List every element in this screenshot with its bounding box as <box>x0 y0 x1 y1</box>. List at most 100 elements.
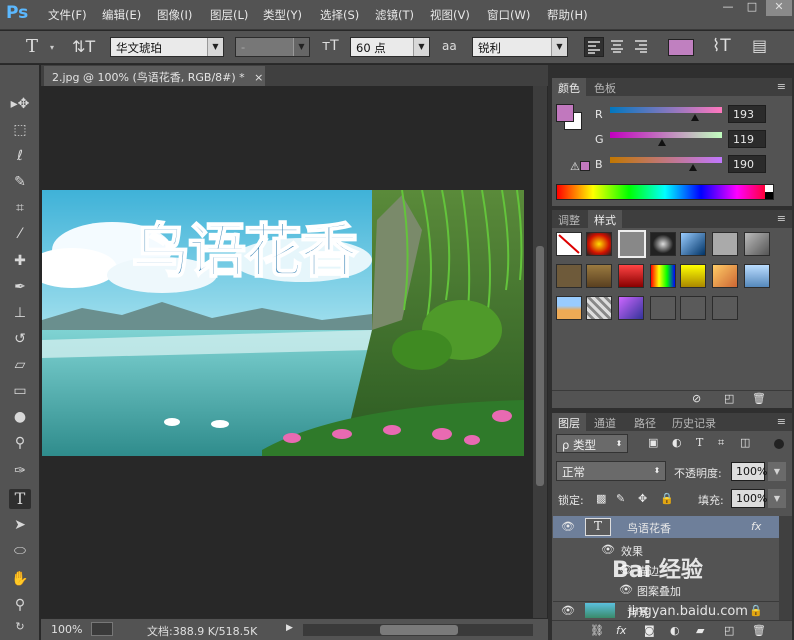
b-value-field[interactable]: 190 <box>728 155 766 173</box>
fill-field[interactable]: 100% <box>731 489 767 508</box>
horizontal-scrollbar[interactable] <box>303 624 533 636</box>
visibility-eye-icon[interactable]: 👁 <box>561 604 575 617</box>
font-style-select[interactable]: - ▼ <box>235 37 310 57</box>
adjustment-layer-icon[interactable]: ◐ <box>670 624 680 637</box>
style-swatch-13[interactable] <box>712 264 738 288</box>
tab-swatches[interactable]: 色板 <box>588 78 622 96</box>
black-white-ramp[interactable] <box>765 185 773 199</box>
menu-help[interactable]: 帮助(H) <box>547 7 588 23</box>
layer-filter-select[interactable]: ρ 类型 ⬍ <box>556 434 628 453</box>
brush-tool-icon[interactable]: ✒ <box>9 277 31 297</box>
status-menu-arrow-icon[interactable]: ▶ <box>286 623 293 633</box>
opacity-field[interactable]: 100% <box>731 462 767 481</box>
new-layer-icon[interactable]: ◰ <box>724 624 734 637</box>
gradient-tool-icon[interactable]: ▭ <box>9 381 31 401</box>
filter-shape-icon[interactable]: ⌗ <box>718 436 724 450</box>
b-slider-thumb[interactable] <box>689 164 698 171</box>
vertical-scroll-thumb[interactable] <box>536 246 544 486</box>
preset-chevron-icon[interactable]: ▾ <box>50 43 54 52</box>
menu-filter[interactable]: 滤镜(T) <box>375 7 414 23</box>
g-value-field[interactable]: 119 <box>728 130 766 148</box>
style-swatch-20[interactable] <box>712 296 738 320</box>
quick-select-tool-icon[interactable]: ✎ <box>9 172 31 192</box>
b-slider-track[interactable] <box>610 157 722 163</box>
menu-window[interactable]: 窗口(W) <box>487 7 530 23</box>
tab-layers[interactable]: 图层 <box>552 413 586 431</box>
align-center-button[interactable] <box>608 37 628 57</box>
tab-channels[interactable]: 通道 <box>588 413 622 431</box>
r-slider-thumb[interactable] <box>690 114 699 121</box>
align-right-button[interactable] <box>632 37 652 57</box>
visibility-eye-icon[interactable]: 👁 <box>561 520 575 533</box>
eraser-tool-icon[interactable]: ▱ <box>9 355 31 375</box>
tab-history[interactable]: 历史记录 <box>666 413 722 431</box>
add-mask-icon[interactable]: ◙ <box>644 624 655 637</box>
menu-select[interactable]: 选择(S) <box>320 7 359 23</box>
zoom-tool-icon[interactable]: ⚲ <box>9 595 31 615</box>
trash-icon[interactable]: 🗑 <box>752 392 766 405</box>
minimize-button[interactable]: — <box>717 0 739 16</box>
restore-button[interactable]: □ <box>741 0 763 16</box>
move-tool-icon[interactable]: ▸✥ <box>9 94 31 114</box>
path-select-tool-icon[interactable]: ➤ <box>9 515 31 535</box>
style-swatch-4[interactable] <box>650 232 676 256</box>
healing-brush-tool-icon[interactable]: ✚ <box>9 251 31 271</box>
blend-mode-select[interactable]: 正常 ⬍ <box>556 461 666 481</box>
lasso-tool-icon[interactable]: ℓ <box>9 146 31 166</box>
warp-text-icon[interactable]: ⌇T <box>712 36 731 56</box>
menu-layer[interactable]: 图层(L) <box>210 7 248 23</box>
menu-edit[interactable]: 编辑(E) <box>102 7 141 23</box>
new-style-icon[interactable]: ◰ <box>724 392 734 405</box>
group-folder-icon[interactable]: ▰ <box>696 624 704 637</box>
panel-menu-icon[interactable]: ≡ <box>771 78 792 96</box>
layer-name[interactable]: 鸟语花香 <box>627 520 671 536</box>
filter-smart-icon[interactable]: ◫ <box>740 436 750 449</box>
g-slider-thumb[interactable] <box>658 139 667 146</box>
style-swatch-12[interactable] <box>680 264 706 288</box>
style-swatch-11[interactable] <box>650 264 676 288</box>
antialias-select[interactable]: 锐利 ▼ <box>472 37 568 57</box>
opacity-dropdown-icon[interactable]: ▼ <box>768 462 786 481</box>
blur-tool-icon[interactable]: ● <box>9 407 31 427</box>
document-image[interactable]: 鸟语花香 <box>42 190 524 456</box>
font-size-select[interactable]: 60 点 ▼ <box>350 37 430 57</box>
filter-pixel-icon[interactable]: ▣ <box>648 436 658 449</box>
style-swatch-3[interactable] <box>618 230 646 258</box>
clear-style-icon[interactable]: ⊘ <box>692 392 701 405</box>
character-panel-icon[interactable]: ▤ <box>752 36 767 55</box>
add-style-icon[interactable]: fx <box>616 624 626 637</box>
style-swatch-2[interactable] <box>586 232 612 256</box>
type-tool-preset-icon[interactable]: T <box>26 36 38 57</box>
style-swatch-18[interactable] <box>650 296 676 320</box>
filter-adjustment-icon[interactable]: ◐ <box>672 436 682 449</box>
fill-dropdown-icon[interactable]: ▼ <box>768 489 786 508</box>
style-swatch-7[interactable] <box>744 232 770 256</box>
gamut-swatch[interactable] <box>580 161 590 171</box>
close-window-button[interactable]: ✕ <box>766 0 792 16</box>
canvas-title-text[interactable]: 鸟语花香 <box>131 204 359 288</box>
style-swatch-10[interactable] <box>618 264 644 288</box>
crop-tool-icon[interactable]: ⌗ <box>9 198 31 218</box>
document-tab[interactable]: 2.jpg @ 100% (鸟语花香, RGB/8#) * × <box>44 66 265 86</box>
font-family-select[interactable]: 华文琥珀 ▼ <box>110 37 224 57</box>
fx-icon[interactable]: fx <box>751 520 761 533</box>
lock-image-icon[interactable]: ✎ <box>616 492 625 505</box>
panel-menu-icon[interactable]: ≡ <box>771 210 792 228</box>
r-slider-track[interactable] <box>610 107 722 113</box>
style-swatch-8[interactable] <box>556 264 582 288</box>
color-spectrum-ramp[interactable] <box>556 184 774 200</box>
tab-color[interactable]: 颜色 <box>552 78 586 96</box>
visibility-eye-icon[interactable]: 👁 <box>619 583 633 596</box>
dodge-tool-icon[interactable]: ⚲ <box>9 433 31 453</box>
marquee-tool-icon[interactable]: ⬚ <box>9 120 31 140</box>
style-swatch-14[interactable] <box>744 264 770 288</box>
vertical-scrollbar[interactable] <box>533 86 547 618</box>
style-swatch-5[interactable] <box>680 232 706 256</box>
trash-icon[interactable]: 🗑 <box>752 624 766 637</box>
style-swatch-9[interactable] <box>586 264 612 288</box>
tab-paths[interactable]: 路径 <box>628 413 662 431</box>
lock-all-icon[interactable]: 🔒 <box>660 492 674 505</box>
style-none-swatch[interactable] <box>556 232 582 256</box>
filter-toggle[interactable] <box>774 439 784 449</box>
eyedropper-tool-icon[interactable]: ⁄ <box>9 224 31 244</box>
